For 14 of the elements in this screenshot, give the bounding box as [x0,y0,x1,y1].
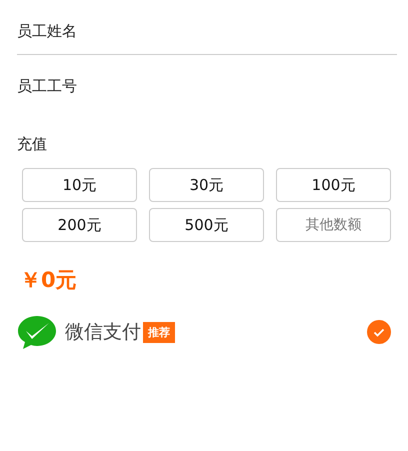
custom-amount-button[interactable]: 其他数额 [276,208,391,242]
recommend-badge: 推荐 [143,322,175,342]
input-field[interactable]: 员工姓名 [17,18,217,44]
amount-button[interactable]: 10元 [22,168,137,202]
checkmark-icon[interactable] [367,320,391,344]
total-amount: ￥0元 [20,267,78,294]
chat-bubble-icon [17,314,57,350]
payment-method-name: 微信支付 [65,320,141,345]
input-field[interactable]: 员工工号 [17,73,217,99]
amount-button[interactable]: 100元 [276,168,391,202]
amount-button[interactable]: 30元 [149,168,264,202]
amount-button[interactable]: 200元 [22,208,137,242]
section-title: 充值 [17,135,48,154]
amount-button[interactable]: 500元 [149,208,264,242]
